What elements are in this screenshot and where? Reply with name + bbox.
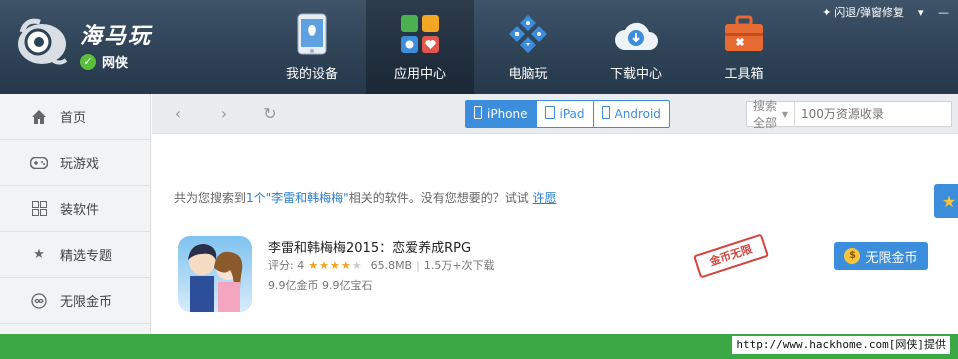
star-icon: ★: [308, 258, 320, 272]
app-title[interactable]: 李雷和韩梅梅2015：恋爱养成RPG: [268, 237, 471, 256]
gamepad-icon: [505, 11, 551, 57]
sidebar-item-software[interactable]: 装软件: [0, 186, 150, 232]
toolbox-icon: [721, 11, 767, 57]
search-scope-label: 搜索全部: [753, 99, 778, 130]
main-nav: 我的设备 应用中心 电脑玩 下载中心 工具箱: [258, 0, 798, 94]
grid-icon: [30, 200, 48, 218]
seahorse-logo-icon: [18, 18, 68, 65]
star-icon: ★: [33, 247, 45, 262]
nav-download-center[interactable]: 下载中心: [582, 0, 690, 94]
sidebar-item-label: 玩游戏: [60, 157, 100, 172]
sidebar-item-label: 精选专题: [60, 249, 113, 264]
app-downloads: 1.5万+次下载: [423, 259, 495, 272]
sidebar-item-games[interactable]: 玩游戏: [0, 140, 150, 186]
search-box: 搜索全部 ▼: [746, 99, 952, 130]
star-icon: ★: [329, 258, 341, 272]
wish-link[interactable]: 许愿: [533, 191, 557, 205]
divider: |: [416, 258, 420, 272]
device-filter: iPhone iPad Android: [465, 100, 670, 128]
phone-icon: [601, 106, 610, 122]
result-query: "李雷和韩梅梅": [265, 191, 349, 205]
nav-label: 我的设备: [285, 67, 338, 82]
result-count: 1个: [246, 191, 266, 205]
nav-label: 应用中心: [393, 67, 446, 82]
sidebar-item-label: 首页: [60, 111, 87, 126]
star-icon: ★: [941, 191, 957, 211]
refresh-icon[interactable]: ↻: [260, 104, 280, 124]
brand-name: 海马玩: [80, 24, 153, 49]
cloud-download-icon: [613, 11, 659, 57]
nav-label: 工具箱: [724, 67, 764, 82]
infinity-icon: [30, 292, 48, 310]
nav-label: 电脑玩: [508, 67, 548, 82]
phone-icon: [289, 11, 335, 57]
forward-arrow-icon[interactable]: ›: [214, 104, 234, 124]
tab-ipad[interactable]: iPad: [535, 101, 593, 127]
sidebar-item-unlimited-coins[interactable]: 无限金币: [0, 278, 150, 324]
nav-pc-play[interactable]: 电脑玩: [474, 0, 582, 94]
back-arrow-icon[interactable]: ‹: [168, 104, 188, 124]
search-input[interactable]: [795, 102, 951, 126]
network-label: 网侠: [102, 56, 129, 71]
nav-app-center[interactable]: 应用中心: [366, 0, 474, 94]
app-size: 65.8MB: [370, 258, 413, 272]
tablet-icon: [544, 106, 555, 122]
app-thumbnail[interactable]: [178, 236, 252, 312]
chevron-down-icon: ▼: [781, 109, 788, 119]
sidebar-item-featured[interactable]: ★ 精选专题: [0, 232, 150, 278]
toolbar: ‹ › ↻ iPhone iPad Android 搜索全部 ▼: [152, 94, 958, 134]
tab-label: iPhone: [487, 107, 528, 121]
home-icon: [30, 108, 48, 126]
unlimited-coins-stamp: 金币无限: [693, 233, 769, 279]
tab-android[interactable]: Android: [592, 101, 669, 127]
result-prefix: 共为您搜索到: [174, 191, 247, 205]
tab-iphone[interactable]: iPhone: [466, 101, 536, 127]
button-label: 无限金币: [865, 250, 918, 266]
app-coins-info: 9.9亿金币 9.9亿宝石: [268, 279, 373, 292]
minimize-icon[interactable]: —: [938, 6, 949, 19]
watermark-text: http://www.hackhome.com[网侠]提供: [732, 336, 950, 354]
check-circle-icon: ✓: [80, 53, 96, 70]
wrench-icon: ✦: [822, 5, 832, 19]
search-result-summary: 共为您搜索到1个"李雷和韩梅梅"相关的软件。没有您想要的？试试 许愿: [174, 189, 557, 206]
header: 海马玩 ✓ 网侠 我的设备 应用中心 电脑玩 下载中心 工具箱 ✦ 闪退/弹窗修…: [0, 0, 958, 94]
apps-grid-icon: [397, 11, 443, 57]
network-badge: ✓ 网侠: [80, 52, 128, 71]
result-suffix: 相关的软件。没有您想要的？试试: [348, 191, 529, 205]
star-icon: ★: [319, 258, 330, 272]
top-right-bar: ✦ 闪退/弹窗修复 ▾ —: [822, 4, 949, 20]
nav-my-device[interactable]: 我的设备: [258, 0, 366, 94]
star-empty-icon: ★: [351, 258, 363, 272]
favorite-side-tab[interactable]: ★: [934, 184, 958, 218]
sidebar-item-label: 装软件: [60, 203, 100, 218]
tab-label: Android: [614, 107, 661, 121]
gamepad-icon: [30, 154, 48, 172]
rating-stars: ★★★★★: [308, 259, 362, 272]
rating-label: 评分: 4: [268, 259, 305, 272]
sidebar-item-home[interactable]: 首页: [0, 94, 150, 140]
tab-label: iPad: [559, 107, 585, 121]
coin-icon: $: [844, 248, 861, 264]
star-icon: ★: [340, 258, 352, 272]
app-meta: 评分: 4 ★★★★★ 65.8MB | 1.5万+次下载: [268, 257, 495, 273]
unlimited-coins-button[interactable]: $ 无限金币: [834, 242, 928, 270]
window-controls: ▾ —: [918, 6, 949, 19]
crash-fix-link[interactable]: 闪退/弹窗修复: [834, 4, 904, 20]
sidebar: 首页 玩游戏 装软件 ★ 精选专题 无限金币: [0, 94, 151, 334]
menu-icon[interactable]: ▾: [918, 6, 928, 19]
phone-icon: [474, 106, 482, 122]
nav-toolbox[interactable]: 工具箱: [690, 0, 798, 94]
nav-label: 下载中心: [609, 67, 662, 82]
sidebar-item-label: 无限金币: [60, 295, 113, 310]
search-scope-dropdown[interactable]: 搜索全部 ▼: [747, 99, 795, 130]
